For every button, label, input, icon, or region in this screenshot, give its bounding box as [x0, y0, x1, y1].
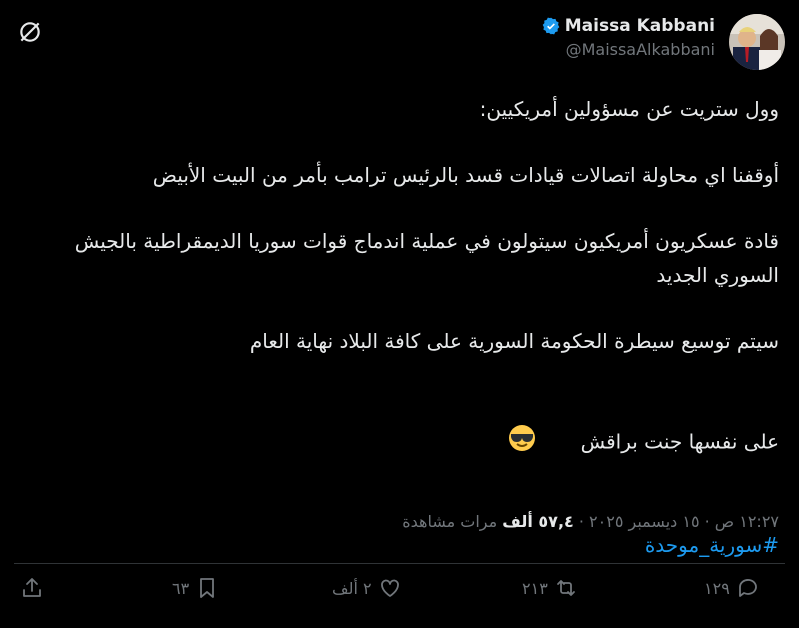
hashtag-link[interactable]: #سورية_موحدة — [19, 528, 779, 562]
tweet-paragraph: سيتم توسيع سيطرة الحكومة السورية على كاف… — [249, 329, 779, 353]
bookmark-icon — [200, 578, 215, 598]
like-count: ٢ ألف — [332, 578, 372, 598]
reply-count: ١٢٩ — [704, 578, 730, 598]
reply-icon — [738, 579, 757, 597]
timestamp[interactable]: ١٢:٢٧ ص · ١٥ ديسمبر ٢٠٢٥ · — [574, 512, 779, 531]
author-handle[interactable]: @MaissaAlkabbani — [541, 40, 715, 59]
share-button[interactable] — [20, 576, 44, 600]
grok-icon[interactable] — [14, 16, 46, 48]
views-label: مرات مشاهدة — [402, 512, 503, 531]
tweet-paragraph-last: على نفسها جنت براقش — [19, 390, 779, 496]
tweet-paragraph-text: على نفسها جنت براقش — [580, 429, 779, 454]
tweet-paragraph: قادة عسكريون أمريكيون سيتولون في عملية ا… — [68, 229, 779, 287]
views-count[interactable]: ٥٧,٤ ألف — [502, 512, 574, 531]
share-icon — [23, 578, 41, 597]
divider — [14, 563, 785, 564]
bookmark-count: ٦٣ — [172, 578, 190, 598]
author-name[interactable]: Maissa Kabbani — [565, 16, 715, 36]
tweet-header: Maissa Kabbani @MaissaAlkabbani — [0, 0, 799, 90]
verified-badge-icon — [542, 17, 560, 35]
avatar[interactable] — [729, 14, 785, 70]
reply-button[interactable]: ١٢٩ — [704, 576, 760, 600]
action-bar: ١٢٩ ٢١٣ ٢ ألف ٦٣ — [14, 576, 785, 616]
like-icon — [380, 579, 399, 597]
sunglasses-emoji-icon — [508, 390, 574, 496]
bookmark-button[interactable]: ٦٣ — [172, 576, 219, 600]
repost-button[interactable]: ٢١٣ — [522, 576, 578, 600]
author-info[interactable]: Maissa Kabbani @MaissaAlkabbani — [541, 16, 715, 59]
tweet-meta: ١٢:٢٧ ص · ١٥ ديسمبر ٢٠٢٥ · ٥٧,٤ ألف مرات… — [402, 512, 779, 531]
repost-icon — [556, 580, 575, 596]
repost-count: ٢١٣ — [522, 578, 548, 598]
tweet-text: وول ستريت عن مسؤولين أمريكيين: أوقفنا اي… — [19, 92, 779, 562]
tweet-paragraph: وول ستريت عن مسؤولين أمريكيين: — [479, 97, 779, 121]
like-button[interactable]: ٢ ألف — [332, 576, 402, 600]
tweet-paragraph: أوقفنا اي محاولة اتصالات قيادات قسد بالر… — [152, 163, 779, 187]
